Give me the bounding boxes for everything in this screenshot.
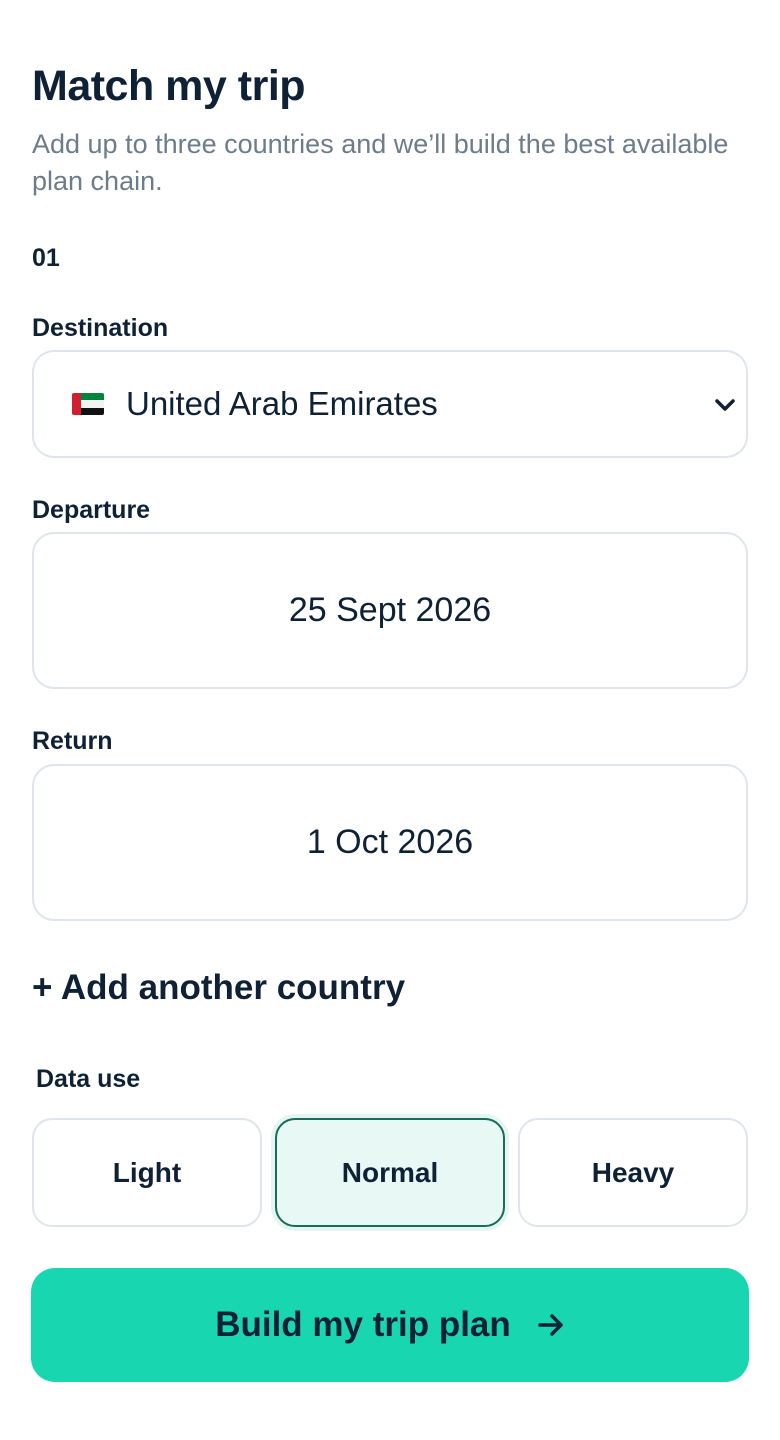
page-title: Match my trip	[32, 62, 306, 110]
destination-value: United Arab Emirates	[126, 385, 438, 422]
page-subtitle: Add up to three countries and we’ll buil…	[32, 129, 729, 196]
return-label: Return	[32, 727, 113, 755]
arrow-right-icon	[538, 1314, 563, 1336]
departure-date-field[interactable]: 25 Sept 2026	[32, 532, 748, 689]
trip-step-number: 01	[32, 244, 60, 272]
data-use-heavy-button[interactable]: Heavy	[518, 1118, 748, 1227]
data-use-light-button[interactable]: Light	[32, 1118, 262, 1227]
destination-label: Destination	[32, 314, 169, 342]
return-date-field[interactable]: 1 Oct 2026	[32, 764, 748, 921]
data-use-label: Data use	[36, 1065, 141, 1093]
build-trip-plan-label: Build my trip plan	[215, 1305, 511, 1344]
chevron-down-icon	[715, 399, 735, 411]
data-use-normal-button[interactable]: Normal	[275, 1118, 505, 1227]
add-country-button[interactable]: + Add another country	[32, 968, 405, 1008]
destination-select[interactable]: United Arab Emirates	[32, 350, 748, 458]
uae-flag-icon	[72, 393, 104, 415]
build-trip-plan-button[interactable]: Build my trip plan	[31, 1268, 749, 1382]
departure-label: Departure	[32, 496, 151, 524]
